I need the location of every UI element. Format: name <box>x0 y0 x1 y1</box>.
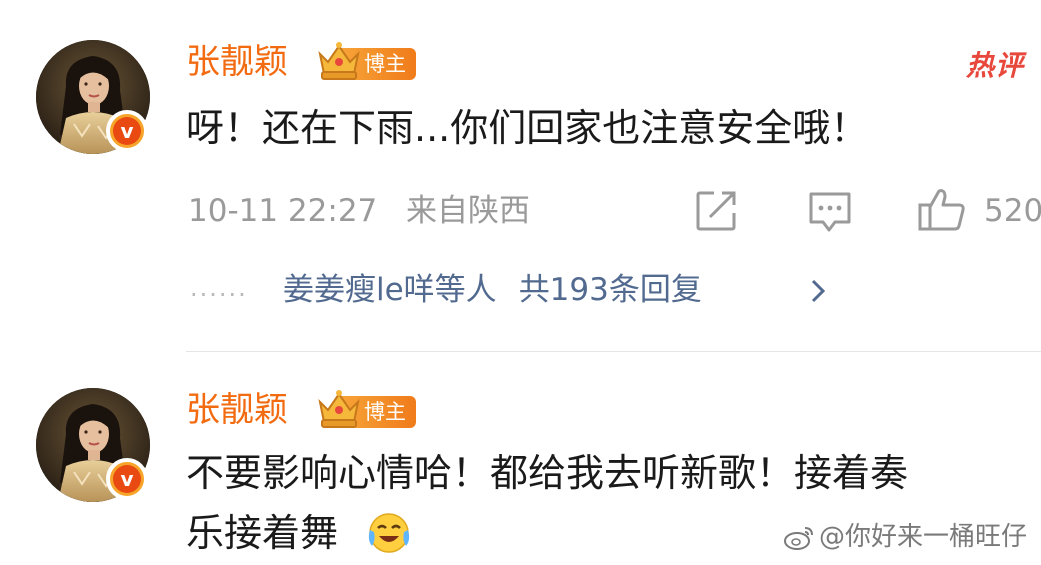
watermark-text: @你好来一桶旺仔 <box>818 522 1027 552</box>
comment-location: 来自陕西 <box>406 193 530 229</box>
username[interactable]: 张靓颖 <box>186 390 288 430</box>
comment-timestamp: 10-11 22:27 <box>188 193 378 229</box>
replies-users: 姜姜瘦le咩等人 <box>283 272 497 308</box>
replies-dots: ...... <box>190 274 248 302</box>
replies-link[interactable]: 姜姜瘦le咩等人 共193条回复 <box>283 270 702 310</box>
chevron-right-icon <box>811 279 826 303</box>
weibo-logo-icon <box>783 526 813 550</box>
comment-text: 不要影响心情哈！都给我去听新歌！接着奏 <box>186 451 909 495</box>
comment-item: v 张靓颖 博主 热评 呀！还在下雨...你们回家也注意安全哦！ 10-11 2… <box>0 0 1041 352</box>
username[interactable]: 张靓颖 <box>186 42 288 82</box>
thumbs-up-icon[interactable] <box>917 187 967 233</box>
comment-text: 呀！还在下雨...你们回家也注意安全哦！ <box>186 106 869 150</box>
crown-icon <box>318 390 360 428</box>
comment-icon[interactable] <box>807 190 853 234</box>
verified-v-icon: v <box>106 110 148 152</box>
crying-laughing-emoji-icon <box>368 513 410 553</box>
crown-icon <box>318 42 360 80</box>
watermark: @你好来一桶旺仔 <box>783 521 1027 553</box>
like-count: 520 <box>984 193 1041 229</box>
share-icon[interactable] <box>694 189 738 233</box>
replies-total: 共193条回复 <box>518 272 702 308</box>
hot-comment-tag: 热评 <box>966 49 1025 82</box>
comment-text: 乐接着舞 <box>186 511 339 555</box>
verified-v-icon: v <box>106 458 148 500</box>
comment-item: v 张靓颖 博主 不要影响心情哈！都给我去听新歌！接着奏 乐接着舞 @你好来一桶… <box>0 352 1041 565</box>
